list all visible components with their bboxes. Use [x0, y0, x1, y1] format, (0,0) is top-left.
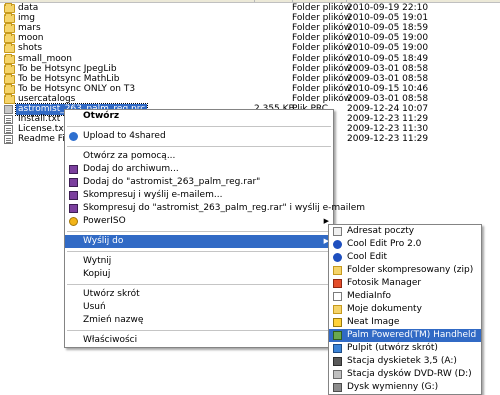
menu-item-label: Wyślij do	[83, 236, 124, 246]
folder-icon	[4, 73, 15, 84]
mediainfo-icon	[333, 292, 342, 301]
menu-separator	[67, 126, 331, 127]
folder-icon	[4, 23, 15, 34]
cool-edit-icon	[333, 240, 342, 249]
palm-icon	[333, 331, 342, 340]
menu-item-label: Zmień nazwę	[83, 315, 144, 325]
desktop-icon	[333, 344, 342, 353]
folder-icon	[4, 53, 15, 64]
menu-item-label: Cool Edit	[347, 252, 388, 262]
file-icon	[4, 125, 13, 135]
menu-item-label: PowerISO	[83, 216, 126, 226]
column-header-type[interactable]	[292, 0, 347, 2]
menu-item-cool-edit-pro-2-0[interactable]: Cool Edit Pro 2.0	[329, 238, 481, 251]
menu-item-label: Upload to 4shared	[83, 131, 166, 141]
menu-item-palm-powered-tm-handheld[interactable]: Palm Powered(TM) Handheld	[329, 329, 481, 342]
menu-item-wy-lij-do[interactable]: Wyślij do ▶	[65, 235, 333, 248]
folder-icon	[4, 3, 15, 13]
menu-item-label: Właściwości	[83, 335, 138, 345]
menu-item-label: Skompresuj do "astromist_263_palm_reg.ra…	[83, 203, 366, 213]
dvd-icon	[333, 370, 342, 379]
menu-item-stacja-dyskietek-3-5-a[interactable]: Stacja dyskietek 3,5 (A:)	[329, 355, 481, 368]
menu-item-skompresuj-do-astromist-263-palm-reg-rar-i-wy-lij-e-mailem[interactable]: Skompresuj do "astromist_263_palm_reg.ra…	[65, 202, 365, 215]
context-menu: Otwórz Upload to 4shared Otwórz za pomocą.…	[64, 109, 365, 348]
menu-item-label: Neat Image	[347, 317, 400, 327]
menu-item-label: Stacja dyskietek 3,5 (A:)	[347, 356, 457, 366]
menu-item-dodaj-do-archiwum[interactable]: Dodaj do archiwum...	[65, 163, 333, 176]
column-header-date[interactable]	[346, 0, 500, 2]
menu-item-label: Pulpit (utwórz skrót)	[347, 343, 438, 353]
menu-item-label: Usuń	[83, 302, 106, 312]
menu-item-utw-rz-skr-t[interactable]: Utwórz skrót	[65, 288, 333, 301]
menu-item-label: Adresat poczty	[347, 226, 415, 236]
menu-item-cool-edit[interactable]: Cool Edit	[329, 251, 481, 264]
menu-item-zmie-nazw[interactable]: Zmień nazwę	[65, 314, 333, 327]
menu-separator	[67, 231, 331, 232]
menu-item-label: Utwórz skrót	[83, 289, 140, 299]
documents-icon	[333, 305, 342, 314]
menu-item-label: Folder skompresowany (zip)	[347, 265, 474, 275]
menu-item-label: Otwórz	[83, 111, 120, 121]
menu-item-stacja-dysk-w-dvd-rw-d[interactable]: Stacja dysków DVD-RW (D:)	[329, 368, 481, 381]
menu-separator	[67, 146, 331, 147]
file-icon	[4, 105, 13, 114]
menu-item-neat-image[interactable]: Neat Image	[329, 316, 481, 329]
menu-item-label: Stacja dysków DVD-RW (D:)	[347, 369, 472, 379]
menu-item-w-a-ciwo-ci[interactable]: Właściwości	[65, 334, 333, 347]
neat-image-icon	[333, 318, 342, 327]
menu-separator	[67, 284, 331, 285]
menu-item-fotosik-manager[interactable]: Fotosik Manager	[329, 277, 481, 290]
menu-item-label: Moje dokumenty	[347, 304, 422, 314]
folder-icon	[4, 93, 15, 104]
menu-item-dodaj-do-astromist-263-palm-reg-rar[interactable]: Dodaj do "astromist_263_palm_reg.rar"	[65, 176, 333, 189]
winrar-icon	[69, 165, 78, 174]
menu-item-moje-dokumenty[interactable]: Moje dokumenty	[329, 303, 481, 316]
menu-item-otw-rz[interactable]: Otwórz	[65, 110, 333, 123]
menu-item-poweriso[interactable]: PowerISO ▶	[65, 215, 333, 228]
menu-item-otw-rz-za-pomoc[interactable]: Otwórz za pomocą...	[65, 150, 333, 163]
zip-folder-icon	[333, 266, 342, 275]
fotosik-icon	[333, 279, 342, 288]
file-icon	[4, 135, 13, 145]
menu-item-label: Fotosik Manager	[347, 278, 422, 288]
menu-item-label: Kopiuj	[83, 269, 111, 279]
menu-item-label: Cool Edit Pro 2.0	[347, 239, 422, 249]
menu-item-label: Wytnij	[83, 256, 112, 266]
menu-item-mediainfo[interactable]: MediaInfo	[329, 290, 481, 303]
cool-edit-icon	[333, 253, 342, 262]
menu-item-adresat-poczty[interactable]: Adresat poczty	[329, 225, 481, 238]
winrar-icon	[69, 191, 78, 200]
menu-item-usu[interactable]: Usuń	[65, 301, 333, 314]
menu-item-kopiuj[interactable]: Kopiuj	[65, 268, 333, 281]
mail-icon	[333, 227, 342, 236]
menu-item-label: Palm Powered(TM) Handheld	[347, 330, 477, 340]
menu-item-label: Dodaj do "astromist_263_palm_reg.rar"	[83, 177, 261, 187]
upload-icon	[69, 132, 78, 141]
column-header-size[interactable]	[254, 0, 293, 2]
file-icon	[4, 115, 13, 125]
winrar-icon	[69, 178, 78, 187]
floppy-icon	[333, 357, 342, 366]
menu-item-label: Otwórz za pomocą...	[83, 151, 176, 161]
folder-icon	[4, 63, 15, 74]
menu-separator	[67, 330, 331, 331]
menu-separator	[67, 251, 331, 252]
folder-icon	[4, 13, 15, 24]
poweriso-icon	[69, 217, 78, 226]
menu-item-folder-skompresowany-zip[interactable]: Folder skompresowany (zip)	[329, 264, 481, 277]
folder-icon	[4, 33, 15, 44]
folder-icon	[4, 43, 15, 54]
winrar-icon	[69, 204, 78, 213]
column-header-name[interactable]	[0, 0, 255, 2]
menu-item-label: MediaInfo	[347, 291, 392, 301]
send-to-submenu: Adresat poczty Cool Edit Pro 2.0 Cool Edit…	[328, 224, 482, 395]
menu-item-wytnij[interactable]: Wytnij	[65, 255, 333, 268]
menu-item-label: Skompresuj i wyślij e-mailem...	[83, 190, 223, 200]
menu-item-pulpit-utw-rz-skr-t[interactable]: Pulpit (utwórz skrót)	[329, 342, 481, 355]
menu-item-label: Dodaj do archiwum...	[83, 164, 179, 174]
menu-item-upload-to-4shared[interactable]: Upload to 4shared	[65, 130, 333, 143]
file-date: 2009-12-23 11:29	[347, 134, 429, 145]
menu-item-skompresuj-i-wy-lij-e-mailem[interactable]: Skompresuj i wyślij e-mailem...	[65, 189, 333, 202]
folder-icon	[4, 83, 15, 94]
